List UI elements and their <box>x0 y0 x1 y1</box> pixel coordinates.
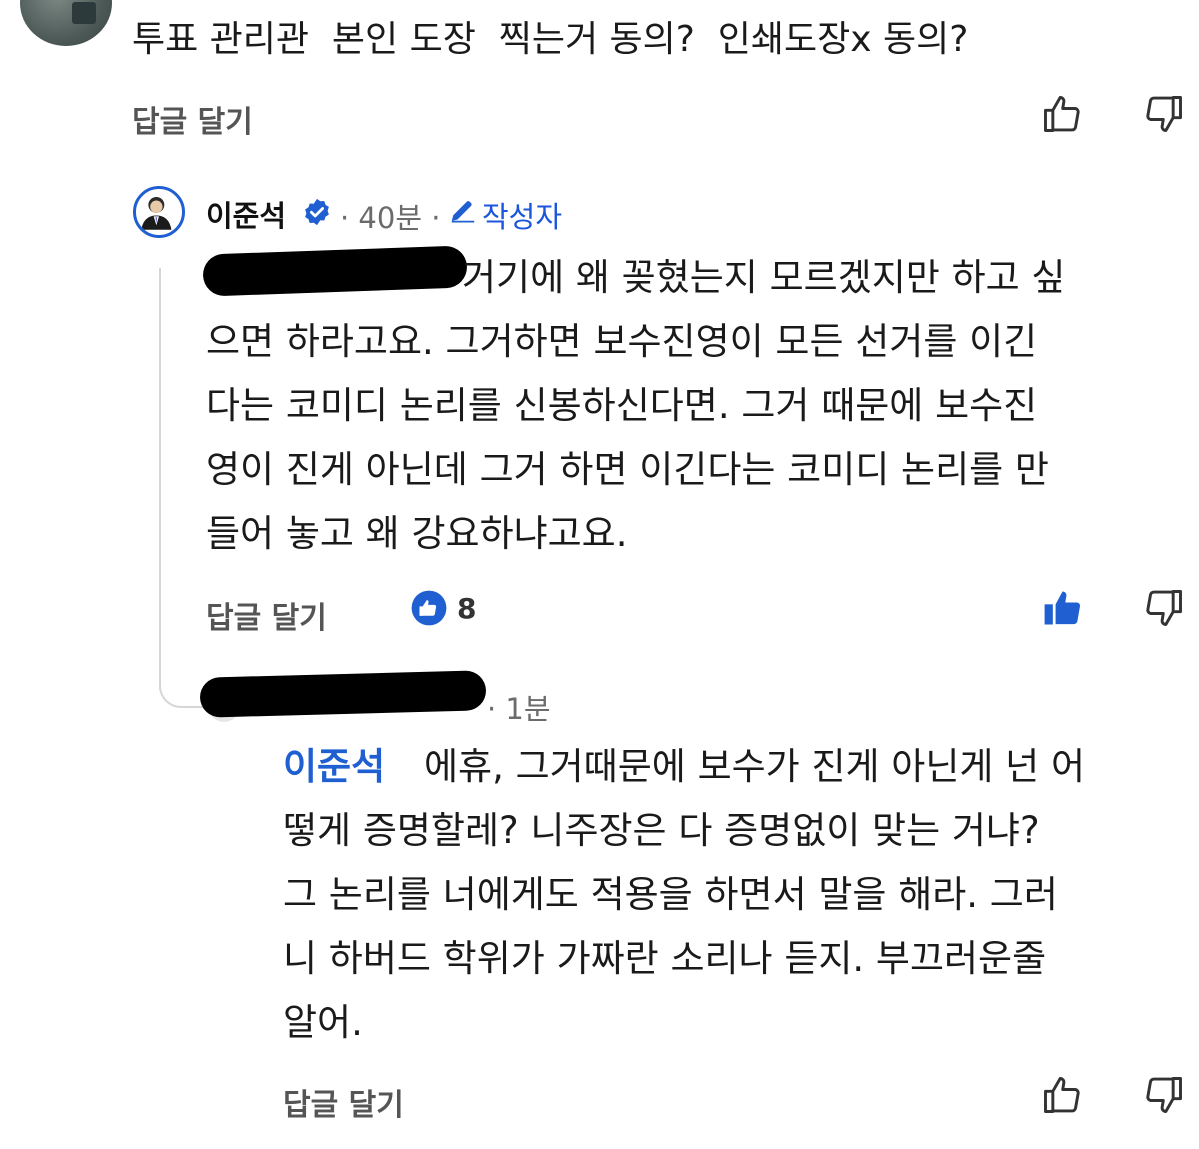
reply-text-line: 거기에 왜 꽂혔는지 모르겠지만 하고 싶 <box>462 256 1066 299</box>
commenter-avatar[interactable] <box>20 0 112 46</box>
reply-button[interactable]: 답글 달기 <box>132 97 253 141</box>
mention-link[interactable]: 이준석 <box>283 735 385 799</box>
nested-text-line: 그 논리를 너에게도 적용을 하면서 말을 해라. 그러 <box>283 873 1058 916</box>
pencil-icon <box>451 201 475 223</box>
thumbs-up-icon[interactable] <box>1040 92 1084 136</box>
nested-timestamp: · 1분 <box>487 692 551 726</box>
thumbs-down-icon[interactable] <box>1142 1073 1186 1117</box>
like-count: 8 <box>457 592 477 625</box>
thread-line <box>159 268 161 690</box>
reply-text-line: 들어 놓고 왜 강요하냐고요. <box>206 512 628 555</box>
nested-text-line: 알어. <box>283 1001 363 1044</box>
reply-text-line: 다는 코미디 논리를 신봉하신다면. 그거 때문에 보수진 <box>206 384 1038 427</box>
author-name[interactable]: 이준석 <box>206 193 286 235</box>
reply-text-line: 영이 진게 아닌데 그거 하면 이긴다는 코미디 논리를 만 <box>206 448 1049 491</box>
thumbs-up-icon[interactable] <box>1040 586 1084 630</box>
redacted-username <box>202 245 468 297</box>
reply-text-line: 으면 하라고요. 그거하면 보수진영이 모든 선거를 이긴 <box>206 320 1038 363</box>
thumbs-down-icon[interactable] <box>1142 586 1186 630</box>
author-badge: 작성자 <box>482 200 563 234</box>
thumbs-up-icon[interactable] <box>1040 1073 1084 1117</box>
author-avatar[interactable] <box>133 186 185 238</box>
nested-text-line: 에휴, 그거때문에 보수가 진게 아닌게 넌 어 <box>424 745 1086 788</box>
nested-text-line: 떻게 증명할레? 니주장은 다 증명없이 맞는 거냐? <box>283 809 1040 852</box>
reply-button[interactable]: 답글 달기 <box>206 593 327 637</box>
author-like-icon <box>411 590 447 626</box>
thread-line-curve <box>159 660 205 708</box>
redacted-username <box>199 670 487 718</box>
reply-timestamp: · 40분 · <box>340 201 441 235</box>
thumbs-down-icon[interactable] <box>1142 92 1186 136</box>
nested-text-line: 니 하버드 학위가 가짜란 소리나 듣지. 부끄러운줄 <box>283 937 1047 980</box>
reply-button[interactable]: 답글 달기 <box>283 1080 404 1124</box>
verified-badge-icon <box>305 198 329 226</box>
top-comment-text: 투표 관리관 본인 도장 찍는거 동의? 인쇄도장x 동의? <box>132 19 969 60</box>
